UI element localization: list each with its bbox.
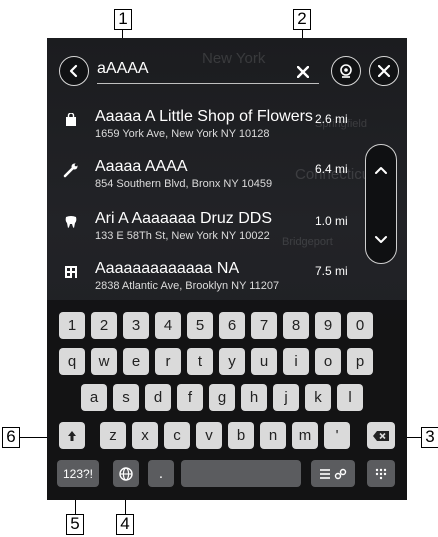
close-button[interactable]	[369, 56, 399, 86]
back-button[interactable]	[59, 56, 89, 86]
key[interactable]: m	[292, 422, 318, 449]
on-screen-keyboard: 1 2 3 4 5 6 7 8 9 0 q w e r t y u i o p …	[47, 300, 407, 500]
key[interactable]: l	[337, 384, 363, 411]
key[interactable]: q	[59, 348, 85, 375]
result-address: 854 Southern Blvd, Bronx NY 10459	[95, 178, 273, 190]
key[interactable]: d	[145, 384, 171, 411]
key[interactable]: r	[155, 348, 181, 375]
key[interactable]: v	[196, 422, 222, 449]
key[interactable]: p	[347, 348, 373, 375]
key[interactable]: k	[305, 384, 331, 411]
key[interactable]: b	[228, 422, 254, 449]
tooth-icon	[61, 212, 81, 232]
keyboard-grid-icon	[375, 468, 387, 479]
key[interactable]: a	[81, 384, 107, 411]
key[interactable]: e	[123, 348, 149, 375]
key[interactable]: 8	[283, 312, 309, 339]
arrow-up-icon	[68, 430, 76, 441]
result-name: Aaaaaaaaaaaaa NA	[95, 260, 240, 277]
result-distance: 2.6 mi	[315, 112, 348, 126]
globe-icon	[119, 466, 133, 481]
results-list-toggle[interactable]	[311, 460, 355, 487]
key[interactable]: f	[177, 384, 203, 411]
key[interactable]: 2	[91, 312, 117, 339]
result-address: 133 E 58Th St, New York NY 10022	[95, 230, 270, 242]
keyboard-options-key[interactable]	[367, 460, 395, 487]
result-distance: 1.0 mi	[315, 214, 348, 228]
key[interactable]: 3	[123, 312, 149, 339]
result-address: 1659 York Ave, New York NY 10128	[95, 128, 270, 140]
key[interactable]: 1	[59, 312, 85, 339]
location-pin-icon	[340, 64, 352, 78]
close-icon	[378, 65, 390, 77]
result-item[interactable]: Aaaaa AAAA 854 Southern Blvd, Bronx NY 1…	[47, 158, 367, 202]
building-icon	[61, 262, 81, 282]
callout-2: 2	[293, 9, 311, 30]
callout-6: 6	[2, 427, 20, 448]
search-bar: aAAAA	[47, 38, 407, 92]
chevron-up-icon	[374, 167, 387, 174]
key[interactable]: h	[241, 384, 267, 411]
callout-3: 3	[421, 427, 438, 448]
result-item[interactable]: Ari A Aaaaaaa Druz DDS 133 E 58Th St, Ne…	[47, 210, 367, 254]
symbols-key[interactable]: 123?!	[57, 460, 99, 487]
scroll-down-button[interactable]	[366, 225, 395, 255]
chevron-down-icon	[374, 236, 387, 243]
period-key[interactable]: .	[148, 460, 174, 487]
key[interactable]: o	[315, 348, 341, 375]
search-underline	[97, 83, 319, 84]
language-key[interactable]	[113, 460, 139, 487]
scroll-up-button[interactable]	[366, 155, 395, 185]
result-distance: 6.4 mi	[315, 162, 348, 176]
key[interactable]: j	[273, 384, 299, 411]
key[interactable]: 6	[219, 312, 245, 339]
chevron-left-icon	[69, 64, 78, 78]
key[interactable]: t	[187, 348, 213, 375]
key[interactable]: x	[132, 422, 158, 449]
key[interactable]: g	[209, 384, 235, 411]
callout-4: 4	[116, 514, 134, 535]
space-key[interactable]	[181, 460, 301, 487]
key[interactable]: 0	[347, 312, 373, 339]
backspace-icon	[373, 430, 389, 441]
location-button[interactable]	[331, 56, 361, 86]
key[interactable]: c	[164, 422, 190, 449]
result-item[interactable]: Aaaaaaaaaaaaa NA 2838 Atlantic Ave, Broo…	[47, 260, 367, 304]
callout-1: 1	[114, 9, 132, 30]
clear-search-button[interactable]	[296, 58, 310, 83]
search-input-value: aAAAA	[97, 60, 149, 77]
key[interactable]: 7	[251, 312, 277, 339]
navigation-screen: New York Springfield Connecticut Bridgep…	[47, 38, 407, 500]
shopping-bag-icon	[61, 110, 81, 130]
result-item[interactable]: Aaaaa A Little Shop of Flowers 1659 York…	[47, 108, 367, 152]
key[interactable]: 5	[187, 312, 213, 339]
key[interactable]: '	[324, 422, 350, 449]
key[interactable]: i	[283, 348, 309, 375]
backspace-key[interactable]	[367, 422, 395, 449]
key[interactable]: s	[113, 384, 139, 411]
result-distance: 7.5 mi	[315, 264, 348, 278]
result-name: Aaaaa A Little Shop of Flowers	[95, 108, 313, 125]
result-address: 2838 Atlantic Ave, Brooklyn NY 11207	[95, 280, 280, 292]
key[interactable]: n	[260, 422, 286, 449]
callout-5: 5	[66, 514, 84, 535]
key[interactable]: y	[219, 348, 245, 375]
shift-key[interactable]	[59, 422, 85, 449]
search-input[interactable]: aAAAA	[97, 58, 319, 84]
result-name: Aaaaa AAAA	[95, 158, 188, 175]
list-scrollbar[interactable]	[365, 144, 397, 264]
key[interactable]: w	[91, 348, 117, 375]
list-map-icon	[320, 468, 347, 479]
clear-icon	[296, 65, 310, 79]
key[interactable]: 4	[155, 312, 181, 339]
key[interactable]: 9	[315, 312, 341, 339]
key[interactable]: u	[251, 348, 277, 375]
result-name: Ari A Aaaaaaa Druz DDS	[95, 210, 272, 227]
key[interactable]: z	[100, 422, 126, 449]
wrench-icon	[61, 160, 81, 180]
